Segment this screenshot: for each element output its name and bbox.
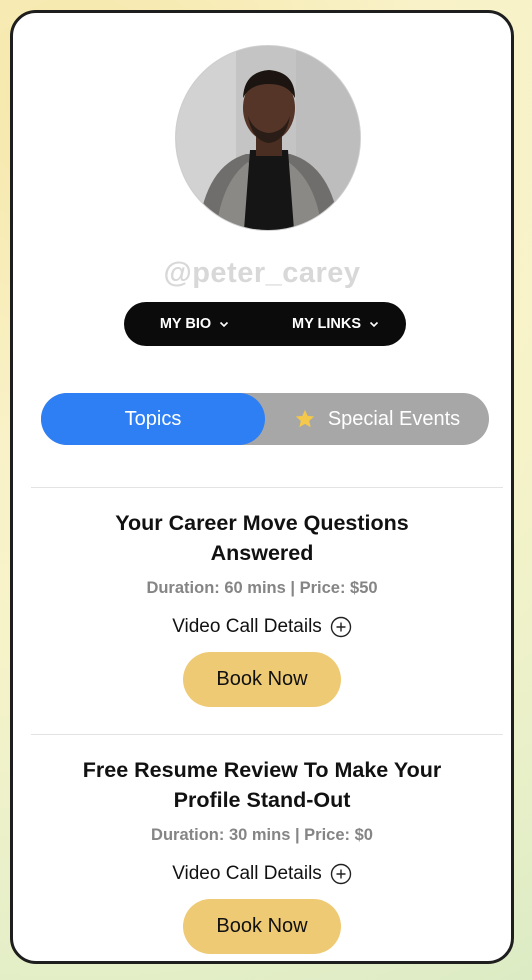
video-call-details-toggle[interactable]: Video Call Details (13, 616, 511, 638)
video-call-details-label: Video Call Details (172, 863, 322, 884)
session-card: Your Career Move Questions Answered Dura… (13, 508, 511, 707)
plus-circle-icon (330, 863, 352, 885)
star-icon (295, 409, 315, 428)
session-title-line: Your Career Move Questions (115, 511, 409, 535)
avatar (175, 45, 361, 231)
profile-nav: MY BIO MY LINKS (124, 302, 406, 346)
tab-special-events-label: Special Events (327, 407, 461, 430)
session-title: Your Career Move Questions Answered (13, 508, 511, 568)
my-bio-dropdown[interactable]: MY BIO (124, 316, 265, 332)
video-call-details-label: Video Call Details (172, 616, 322, 637)
book-now-button[interactable]: Book Now (183, 899, 341, 954)
book-now-label: Book Now (216, 915, 308, 937)
my-links-dropdown[interactable]: MY LINKS (265, 316, 406, 332)
video-call-details-toggle[interactable]: Video Call Details (13, 863, 511, 885)
chevron-down-icon (369, 321, 379, 328)
avatar-portrait (176, 46, 360, 230)
session-title-line: Profile Stand-Out (173, 788, 351, 812)
chevron-down-icon (220, 321, 229, 328)
tab-special-events[interactable]: Special Events (265, 393, 489, 445)
topic-tabs: Topics Special Events (41, 393, 489, 445)
divider (31, 487, 503, 488)
session-title-line: Answered (210, 541, 314, 565)
plus-circle-icon (330, 616, 352, 638)
session-title-line: Free Resume Review To Make Your (82, 758, 442, 782)
session-meta: Duration: 60 mins | Price: $50 (146, 579, 378, 597)
my-links-label: MY LINKS (291, 316, 362, 332)
tab-topics-label: Topics (124, 407, 182, 430)
tab-topics[interactable]: Topics (41, 393, 265, 445)
book-now-button[interactable]: Book Now (183, 652, 341, 707)
book-now-label: Book Now (216, 668, 308, 690)
divider (31, 734, 503, 735)
session-title: Free Resume Review To Make Your Profile … (13, 755, 511, 815)
profile-card-frame: @peter_carey MY BIO MY LINKS Topics Spec… (10, 10, 514, 964)
username: @peter_carey (163, 257, 361, 289)
session-card: Free Resume Review To Make Your Profile … (13, 755, 511, 954)
session-meta: Duration: 30 mins | Price: $0 (151, 826, 373, 844)
my-bio-label: MY BIO (159, 316, 212, 332)
